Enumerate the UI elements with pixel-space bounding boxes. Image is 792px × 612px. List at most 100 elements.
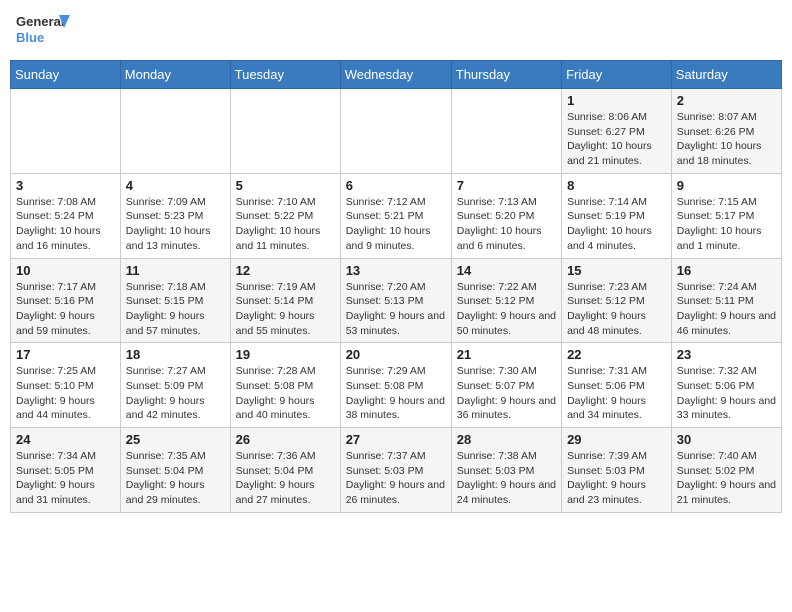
day-number: 2 [677, 93, 776, 108]
day-info: Sunrise: 7:24 AM Sunset: 5:11 PM Dayligh… [677, 280, 776, 339]
day-cell: 3Sunrise: 7:08 AM Sunset: 5:24 PM Daylig… [11, 173, 121, 258]
day-info: Sunrise: 7:13 AM Sunset: 5:20 PM Dayligh… [457, 195, 556, 254]
day-number: 20 [346, 347, 446, 362]
day-info: Sunrise: 7:22 AM Sunset: 5:12 PM Dayligh… [457, 280, 556, 339]
day-number: 12 [236, 263, 335, 278]
day-header-sunday: Sunday [11, 61, 121, 89]
day-info: Sunrise: 7:32 AM Sunset: 5:06 PM Dayligh… [677, 364, 776, 423]
day-number: 13 [346, 263, 446, 278]
day-info: Sunrise: 7:25 AM Sunset: 5:10 PM Dayligh… [16, 364, 115, 423]
calendar-table: SundayMondayTuesdayWednesdayThursdayFrid… [10, 60, 782, 513]
day-number: 28 [457, 432, 556, 447]
day-cell: 20 Sunrise: 7:29 AM Sunset: 5:08 PM Dayli… [340, 343, 451, 428]
day-info: Sunrise: 7:29 AM Sunset: 5:08 PM Dayligh… [346, 364, 446, 423]
day-info: Sunrise: 7:38 AM Sunset: 5:03 PM Dayligh… [457, 449, 556, 508]
day-number: 16 [677, 263, 776, 278]
day-cell [11, 89, 121, 174]
day-cell: 19 Sunrise: 7:28 AM Sunset: 5:08 PM Dayli… [230, 343, 340, 428]
day-cell: 2 Sunrise: 8:07 AM Sunset: 6:26 PM Daylig… [671, 89, 781, 174]
day-header-thursday: Thursday [451, 61, 561, 89]
day-info: Sunrise: 7:20 AM Sunset: 5:13 PM Dayligh… [346, 280, 446, 339]
day-number: 8 [567, 178, 666, 193]
svg-text:Blue: Blue [16, 30, 44, 45]
day-info: Sunrise: 7:40 AM Sunset: 5:02 PM Dayligh… [677, 449, 776, 508]
day-number: 11 [126, 263, 225, 278]
day-cell [120, 89, 230, 174]
day-info: Sunrise: 7:12 AM Sunset: 5:21 PM Dayligh… [346, 195, 446, 254]
day-info: Sunrise: 7:14 AM Sunset: 5:19 PM Dayligh… [567, 195, 666, 254]
day-cell: 11 Sunrise: 7:18 AM Sunset: 5:15 PM Dayli… [120, 258, 230, 343]
day-info: Sunrise: 7:18 AM Sunset: 5:15 PM Dayligh… [126, 280, 225, 339]
day-info: Sunrise: 7:15 AM Sunset: 5:17 PM Dayligh… [677, 195, 776, 254]
day-cell: 26 Sunrise: 7:36 AM Sunset: 5:04 PM Dayli… [230, 428, 340, 513]
day-cell: 9 Sunrise: 7:15 AM Sunset: 5:17 PM Daylig… [671, 173, 781, 258]
day-number: 29 [567, 432, 666, 447]
page-header: General Blue [10, 10, 782, 52]
day-cell: 5Sunrise: 7:10 AM Sunset: 5:22 PM Daylig… [230, 173, 340, 258]
week-row-5: 24Sunrise: 7:34 AM Sunset: 5:05 PM Dayli… [11, 428, 782, 513]
day-cell [230, 89, 340, 174]
day-number: 22 [567, 347, 666, 362]
day-number: 25 [126, 432, 225, 447]
day-cell: 13 Sunrise: 7:20 AM Sunset: 5:13 PM Dayli… [340, 258, 451, 343]
day-number: 7 [457, 178, 556, 193]
day-info: Sunrise: 7:23 AM Sunset: 5:12 PM Dayligh… [567, 280, 666, 339]
day-cell: 17 Sunrise: 7:25 AM Sunset: 5:10 PM Dayli… [11, 343, 121, 428]
day-header-saturday: Saturday [671, 61, 781, 89]
day-cell: 21Sunrise: 7:30 AM Sunset: 5:07 PM Dayli… [451, 343, 561, 428]
day-info: Sunrise: 7:10 AM Sunset: 5:22 PM Dayligh… [236, 195, 335, 254]
day-cell: 29 Sunrise: 7:39 AM Sunset: 5:03 PM Dayli… [562, 428, 672, 513]
day-number: 27 [346, 432, 446, 447]
day-header-friday: Friday [562, 61, 672, 89]
day-number: 6 [346, 178, 446, 193]
day-info: Sunrise: 7:27 AM Sunset: 5:09 PM Dayligh… [126, 364, 225, 423]
day-header-monday: Monday [120, 61, 230, 89]
day-info: Sunrise: 8:06 AM Sunset: 6:27 PM Dayligh… [567, 110, 666, 169]
day-number: 10 [16, 263, 115, 278]
day-cell: 23 Sunrise: 7:32 AM Sunset: 5:06 PM Dayli… [671, 343, 781, 428]
week-row-1: 1 Sunrise: 8:06 AM Sunset: 6:27 PM Daylig… [11, 89, 782, 174]
week-row-4: 17 Sunrise: 7:25 AM Sunset: 5:10 PM Dayli… [11, 343, 782, 428]
day-info: Sunrise: 7:09 AM Sunset: 5:23 PM Dayligh… [126, 195, 225, 254]
day-info: Sunrise: 7:28 AM Sunset: 5:08 PM Dayligh… [236, 364, 335, 423]
day-cell [340, 89, 451, 174]
day-number: 19 [236, 347, 335, 362]
day-info: Sunrise: 7:17 AM Sunset: 5:16 PM Dayligh… [16, 280, 115, 339]
day-cell: 12 Sunrise: 7:19 AM Sunset: 5:14 PM Dayli… [230, 258, 340, 343]
day-info: Sunrise: 7:36 AM Sunset: 5:04 PM Dayligh… [236, 449, 335, 508]
logo-svg: General Blue [14, 10, 74, 52]
day-info: Sunrise: 7:30 AM Sunset: 5:07 PM Dayligh… [457, 364, 556, 423]
day-info: Sunrise: 7:34 AM Sunset: 5:05 PM Dayligh… [16, 449, 115, 508]
day-header-wednesday: Wednesday [340, 61, 451, 89]
calendar-header-row: SundayMondayTuesdayWednesdayThursdayFrid… [11, 61, 782, 89]
day-cell: 15Sunrise: 7:23 AM Sunset: 5:12 PM Dayli… [562, 258, 672, 343]
day-cell: 10 Sunrise: 7:17 AM Sunset: 5:16 PM Dayli… [11, 258, 121, 343]
svg-text:General: General [16, 14, 64, 29]
day-info: Sunrise: 7:35 AM Sunset: 5:04 PM Dayligh… [126, 449, 225, 508]
day-info: Sunrise: 7:37 AM Sunset: 5:03 PM Dayligh… [346, 449, 446, 508]
week-row-3: 10 Sunrise: 7:17 AM Sunset: 5:16 PM Dayli… [11, 258, 782, 343]
day-header-tuesday: Tuesday [230, 61, 340, 89]
day-number: 17 [16, 347, 115, 362]
day-cell: 4 Sunrise: 7:09 AM Sunset: 5:23 PM Daylig… [120, 173, 230, 258]
day-cell: 25 Sunrise: 7:35 AM Sunset: 5:04 PM Dayli… [120, 428, 230, 513]
day-number: 23 [677, 347, 776, 362]
day-info: Sunrise: 7:19 AM Sunset: 5:14 PM Dayligh… [236, 280, 335, 339]
day-cell: 1 Sunrise: 8:06 AM Sunset: 6:27 PM Daylig… [562, 89, 672, 174]
day-number: 1 [567, 93, 666, 108]
day-number: 26 [236, 432, 335, 447]
day-number: 3 [16, 178, 115, 193]
day-number: 14 [457, 263, 556, 278]
day-cell: 16 Sunrise: 7:24 AM Sunset: 5:11 PM Dayli… [671, 258, 781, 343]
day-cell [451, 89, 561, 174]
day-cell: 22 Sunrise: 7:31 AM Sunset: 5:06 PM Dayli… [562, 343, 672, 428]
day-info: Sunrise: 7:31 AM Sunset: 5:06 PM Dayligh… [567, 364, 666, 423]
day-cell: 28 Sunrise: 7:38 AM Sunset: 5:03 PM Dayli… [451, 428, 561, 513]
day-cell: 8 Sunrise: 7:14 AM Sunset: 5:19 PM Daylig… [562, 173, 672, 258]
day-number: 9 [677, 178, 776, 193]
day-number: 30 [677, 432, 776, 447]
day-number: 4 [126, 178, 225, 193]
day-info: Sunrise: 8:07 AM Sunset: 6:26 PM Dayligh… [677, 110, 776, 169]
day-cell: 18Sunrise: 7:27 AM Sunset: 5:09 PM Dayli… [120, 343, 230, 428]
day-info: Sunrise: 7:39 AM Sunset: 5:03 PM Dayligh… [567, 449, 666, 508]
